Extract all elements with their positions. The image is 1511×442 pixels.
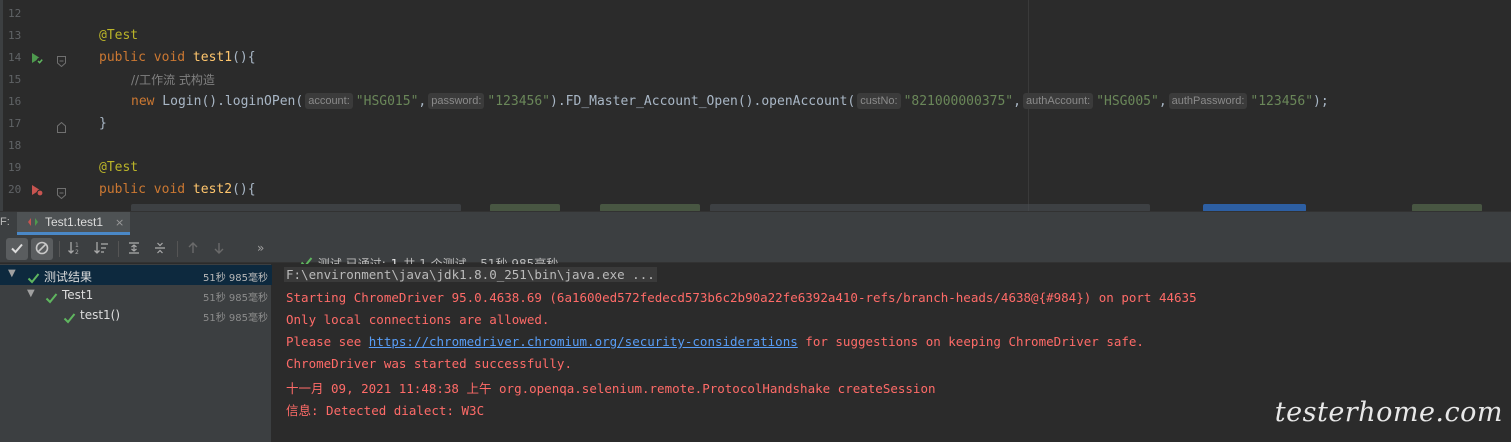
show-passed-button[interactable] [6, 238, 28, 260]
fold-end-icon[interactable] [57, 118, 66, 133]
code-line[interactable]: 16 new Login().loginOPen(account: "HSG015… [0, 91, 1511, 113]
svg-text:1: 1 [75, 242, 79, 249]
line-number: 13 [8, 29, 22, 42]
param-hint: account: [305, 93, 353, 109]
next-failed-test-button[interactable] [208, 238, 230, 260]
tree-node-label: Test1 [62, 288, 94, 302]
method-declaration: public void test1(){ [99, 50, 256, 65]
console-line: 信息: Detected dialect: W3C [286, 403, 485, 418]
code-line[interactable]: 19 @Test [0, 157, 1511, 179]
console-line: Please see https://chromedriver.chromium… [286, 334, 1144, 349]
console-line: 十一月 09, 2021 11:48:38 上午 org.openqa.sele… [286, 381, 936, 396]
console-line: ChromeDriver was started successfully. [286, 356, 572, 371]
arrow-down-icon [212, 240, 226, 259]
code-comment: //工作流 式构造 [131, 73, 215, 87]
method-declaration: public void test2(){ [99, 182, 256, 197]
more-actions-chevron-icon[interactable]: » [257, 241, 264, 255]
tree-node-label: test1() [80, 308, 121, 322]
toolbar-separator [118, 241, 119, 257]
test-runner-toolbar: 12 » 测试 已通过: 1 共 1 个测试 – 51秒 985毫秒 [0, 235, 1511, 271]
watermark-logo: testerhome.com [1274, 397, 1503, 428]
sort-by-duration-button[interactable] [90, 238, 112, 260]
code-line[interactable]: 12 [0, 3, 1511, 25]
show-ignored-button[interactable] [31, 238, 53, 260]
line-number: 16 [8, 95, 22, 108]
collapse-all-icon [153, 240, 167, 259]
sort-alpha-icon: 12 [67, 240, 83, 259]
fold-marker-icon[interactable] [57, 184, 66, 200]
line-number: 18 [8, 139, 22, 152]
tree-node-duration: 51秒 985毫秒 [203, 293, 268, 304]
fold-marker-icon[interactable] [57, 52, 66, 68]
tree-node-test1-class[interactable]: ▼ Test1 51秒 985毫秒 [0, 285, 272, 305]
checkmark-icon [10, 240, 24, 259]
expand-all-button[interactable] [123, 238, 145, 260]
collapse-all-button[interactable] [149, 238, 171, 260]
sort-duration-icon [93, 240, 109, 259]
line-number: 12 [8, 7, 22, 20]
code-line[interactable]: 15 //工作流 式构造 [0, 69, 1511, 91]
toolbar-separator [59, 241, 60, 257]
run-test-passed-icon[interactable] [30, 50, 44, 65]
tree-node-duration: 51秒 985毫秒 [203, 313, 268, 324]
run-tool-window-tabs: F: Test1.test1 × [0, 211, 1511, 235]
tab-label: Test1.test1 [45, 215, 104, 229]
code-line[interactable]: 18 [0, 135, 1511, 157]
method-call-statement: new Login().loginOPen(account: "HSG015", p… [131, 93, 1329, 109]
console-command-line[interactable]: F:\environment\java\jdk1.8.0_251\bin\jav… [284, 267, 657, 282]
clipped-code-line [0, 204, 1511, 211]
svg-text:2: 2 [75, 249, 79, 255]
test-annotation: @Test [99, 160, 139, 175]
console-line: Only local connections are allowed. [286, 312, 550, 327]
sort-alphabetically-button[interactable]: 12 [64, 238, 86, 260]
param-hint: password: [428, 93, 485, 109]
code-line[interactable]: 14 public void test1(){ [0, 47, 1511, 69]
line-number: 15 [8, 73, 22, 86]
tree-node-test-results[interactable]: ▼ 测试结果 51秒 985毫秒 [0, 265, 272, 285]
passed-check-icon [27, 269, 40, 284]
param-hint: authAccount: [1022, 93, 1094, 109]
test-annotation: @Test [99, 28, 139, 43]
code-editor[interactable]: 12 13 @Test 14 public void test1(){ 15 /… [0, 0, 1511, 211]
code-line[interactable]: 20 public void test2(){ [0, 179, 1511, 201]
previous-failed-test-button[interactable] [182, 238, 204, 260]
closing-brace: } [99, 116, 107, 131]
line-number: 19 [8, 161, 22, 174]
code-line[interactable]: 17 } [0, 113, 1511, 135]
code-line[interactable]: 13 @Test [0, 25, 1511, 47]
close-tab-icon[interactable]: × [115, 216, 124, 229]
passed-check-icon [45, 289, 58, 304]
tree-node-duration: 51秒 985毫秒 [203, 273, 268, 284]
chevron-down-icon[interactable]: ▼ [27, 288, 35, 299]
console-line: Starting ChromeDriver 95.0.4638.69 (6a16… [286, 290, 1197, 305]
tool-window-side-label: F: [0, 216, 10, 228]
param-hint: custNo: [857, 93, 901, 109]
toolbar-separator [177, 241, 178, 257]
arrow-up-icon [186, 240, 200, 259]
tree-node-label: 测试结果 [44, 270, 93, 284]
test-results-tree: ▼ 测试结果 51秒 985毫秒 ▼ Test1 51秒 985毫秒 test1… [0, 264, 272, 442]
security-considerations-link[interactable]: https://chromedriver.chromium.org/securi… [369, 334, 798, 349]
param-hint: authPassword: [1168, 93, 1248, 109]
line-number: 20 [8, 183, 22, 196]
line-number: 14 [8, 51, 22, 64]
run-test-failed-icon[interactable] [30, 182, 44, 197]
ignored-icon [35, 240, 49, 259]
tree-node-test1-method[interactable]: test1() 51秒 985毫秒 [0, 305, 272, 325]
test-run-config-icon [27, 213, 39, 232]
line-number: 17 [8, 117, 22, 130]
tab-test1-test1[interactable]: Test1.test1 × [17, 212, 131, 235]
chevron-down-icon[interactable]: ▼ [8, 268, 16, 279]
passed-check-icon [63, 309, 76, 324]
expand-all-icon [127, 240, 141, 259]
